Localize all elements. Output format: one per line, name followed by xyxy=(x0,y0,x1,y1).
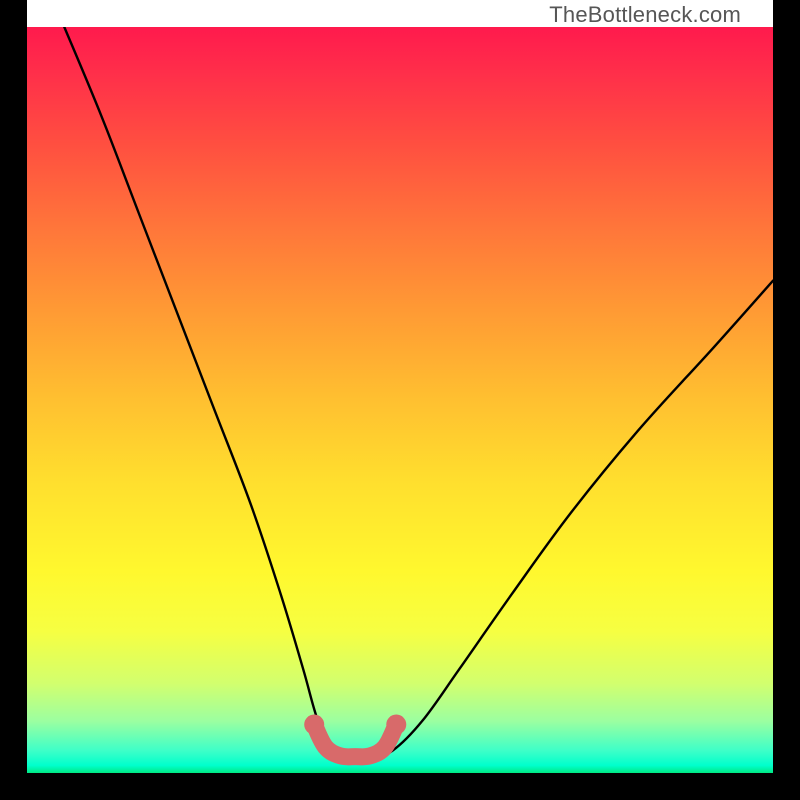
bottleneck-curve-line xyxy=(64,27,773,759)
minimum-zone-dots xyxy=(304,715,406,735)
bottleneck-chart xyxy=(27,27,773,773)
minimum-zone-endpoint xyxy=(304,715,324,735)
minimum-zone-endpoint xyxy=(386,715,406,735)
watermark-text: TheBottleneck.com xyxy=(549,2,741,28)
chart-overlay xyxy=(27,27,773,773)
watermark-bar: TheBottleneck.com xyxy=(27,0,773,27)
minimum-zone-highlight xyxy=(314,725,396,757)
